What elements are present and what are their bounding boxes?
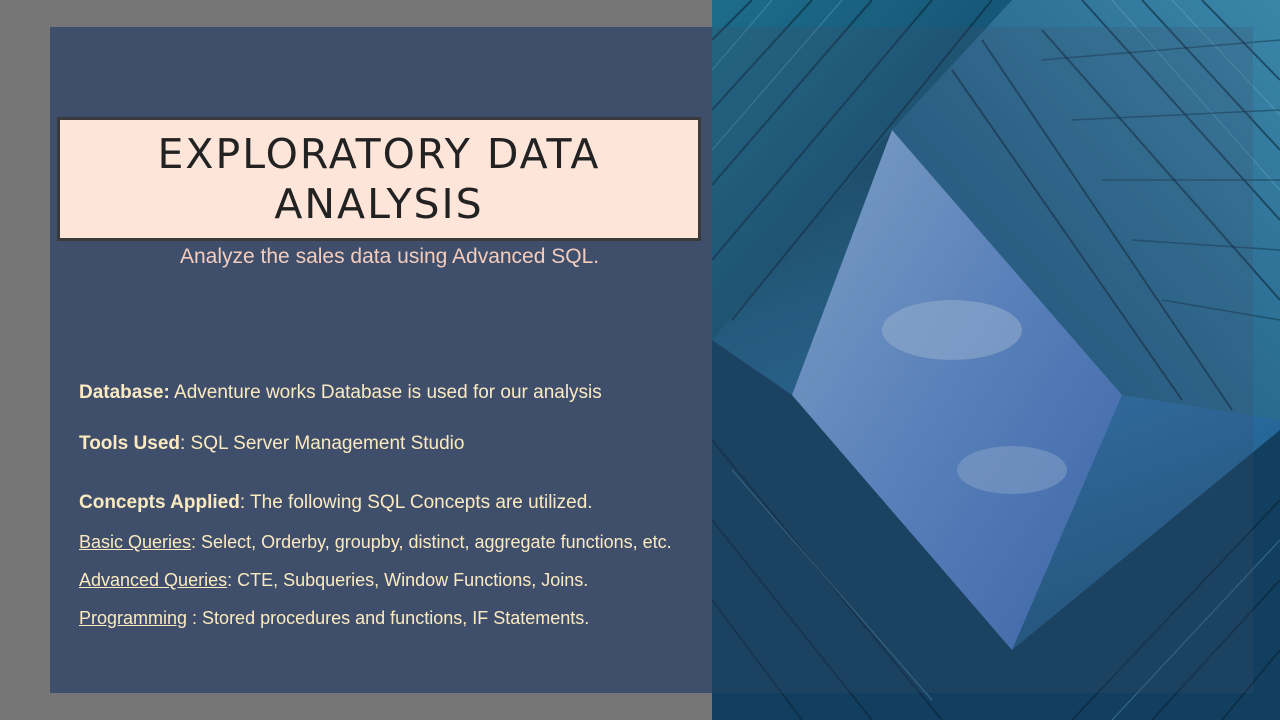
concepts-line: Concepts Applied: The following SQL Conc…: [79, 492, 593, 514]
database-text: Adventure works Database is used for our…: [169, 382, 602, 403]
slide-subtitle: Analyze the sales data using Advanced SQ…: [180, 245, 600, 268]
tools-label: Tools Used: [79, 433, 180, 454]
advanced-queries-label: Advanced Queries: [79, 570, 228, 590]
slide: EXPLORATORY DATA ANALYSIS Analyze the sa…: [0, 0, 1280, 720]
basic-queries-text: : Select, Orderby, groupby, distinct, ag…: [191, 532, 672, 552]
tools-text: : SQL Server Management Studio: [180, 433, 465, 454]
advanced-queries-text: : CTE, Subqueries, Window Functions, Joi…: [227, 570, 589, 590]
database-line: Database: Adventure works Database is us…: [79, 382, 602, 404]
title-box: EXPLORATORY DATA ANALYSIS: [57, 117, 701, 241]
basic-queries-label: Basic Queries: [79, 532, 192, 552]
tools-line: Tools Used: SQL Server Management Studio: [79, 433, 464, 455]
concepts-text: : The following SQL Concepts are utilize…: [239, 492, 593, 513]
programming-line: Programming : Stored procedures and func…: [79, 608, 589, 629]
concepts-label: Concepts Applied: [79, 492, 240, 513]
programming-label: Programming: [79, 608, 188, 628]
advanced-queries-line: Advanced Queries: CTE, Subqueries, Windo…: [79, 570, 588, 591]
programming-text: : Stored procedures and functions, IF St…: [187, 608, 590, 628]
slide-title: EXPLORATORY DATA ANALYSIS: [157, 130, 601, 228]
basic-queries-line: Basic Queries: Select, Orderby, groupby,…: [79, 532, 672, 553]
database-label: Database:: [79, 382, 170, 403]
